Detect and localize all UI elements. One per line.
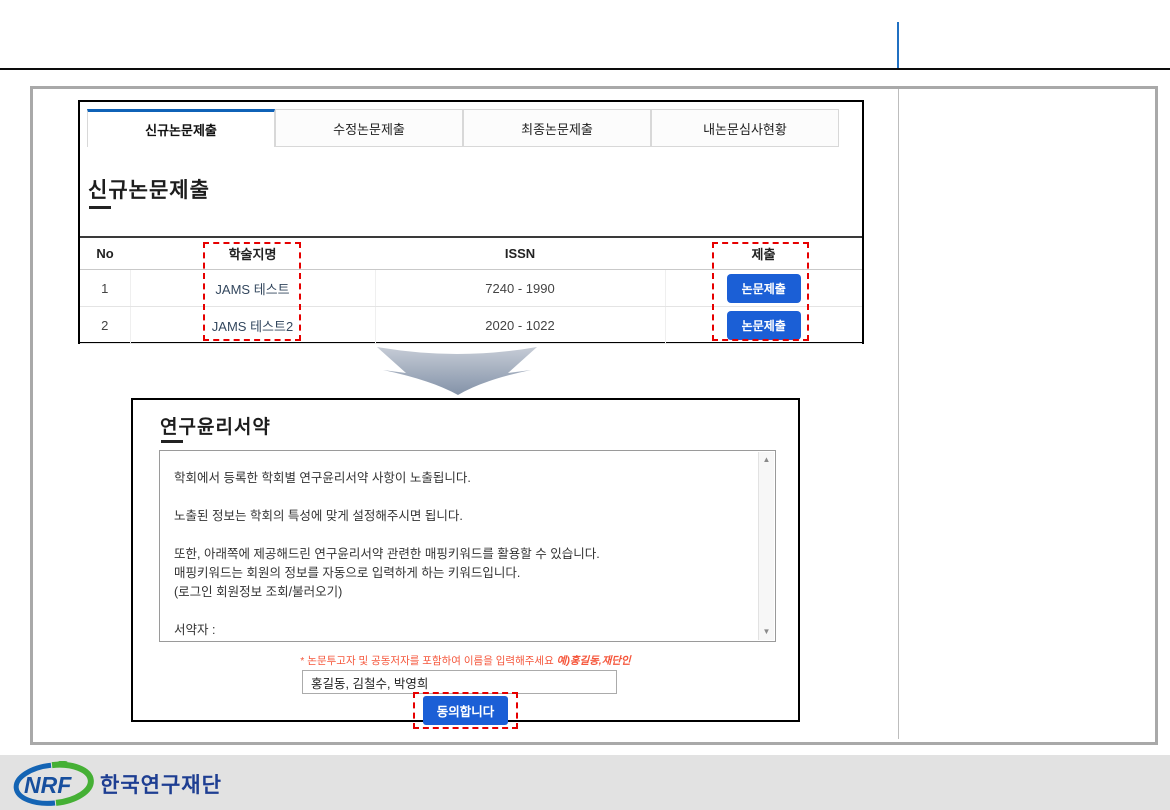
note-example: 예)홍길동,재단인 <box>557 655 631 667</box>
tab-revised-submission[interactable]: 수정논문제출 <box>275 109 463 147</box>
scroll-up-icon[interactable]: ▲ <box>759 453 774 467</box>
pledge-line: 서약자 : <box>174 621 751 640</box>
journal-link[interactable]: JAMS 테스트2 <box>212 319 293 334</box>
down-arrow <box>375 344 540 398</box>
pledge-line: 매핑키워드는 회원의 정보를 자동으로 입력하게 하는 키워드입니다. <box>174 564 751 583</box>
pledge-line <box>174 526 751 545</box>
ethics-pledge-panel: 연구윤리서약 학회에서 등록한 학회별 연구윤리서약 사항이 노출됩니다. 노출… <box>131 398 800 722</box>
top-horizontal-rule <box>0 68 1170 70</box>
tab-new-submission[interactable]: 신규논문제출 <box>87 109 275 147</box>
col-header-no: No <box>80 237 130 270</box>
section-title-new-submission: 신규논문제출 <box>88 174 210 204</box>
journal-link[interactable]: JAMS 테스트 <box>215 282 289 297</box>
footer: NRF 한국연구재단 <box>0 755 1170 810</box>
authors-input-note: * 논문투고자 및 공동저자를 포함하여 이름을 입력해주세요 예)홍길동,재단… <box>133 653 798 668</box>
tab-bar: 신규논문제출 수정논문제출 최종논문제출 내논문심사현황 <box>87 109 839 147</box>
cell-issn: 7240 - 1990 <box>375 270 665 307</box>
pledge-line: 학회에서 등록한 학회별 연구윤리서약 사항이 노출됩니다. <box>174 469 751 488</box>
tab-final-submission[interactable]: 최종논문제출 <box>463 109 651 147</box>
top-blue-divider <box>897 22 899 68</box>
table-row: 2 JAMS 테스트2 2020 - 1022 논문제출 <box>80 307 862 344</box>
cell-no: 1 <box>80 270 130 307</box>
title-underline <box>161 440 183 443</box>
agree-button[interactable]: 동의합니다 <box>423 696 509 725</box>
journal-table: No 학술지명 ISSN 제출 1 JAMS 테스트 7240 - 1990 논… <box>80 236 862 344</box>
pledge-line: 또한, 아래쪽에 제공해드린 연구윤리서약 관련한 매핑키워드를 활용할 수 있… <box>174 545 751 564</box>
organization-name: 한국연구재단 <box>100 769 222 799</box>
pledge-line <box>174 488 751 507</box>
pledge-text: 학회에서 등록한 학회별 연구윤리서약 사항이 노출됩니다. 노출된 정보는 학… <box>174 469 751 642</box>
col-header-issn: ISSN <box>375 237 665 270</box>
cell-issn: 2020 - 1022 <box>375 307 665 344</box>
note-text: * 논문투고자 및 공동저자를 포함하여 이름을 입력해주세요 <box>300 655 556 667</box>
authors-input[interactable] <box>302 670 617 694</box>
tab-my-review-status[interactable]: 내논문심사현황 <box>651 109 839 147</box>
section-title-ethics-pledge: 연구윤리서약 <box>160 412 271 439</box>
pledge-text-box[interactable]: 학회에서 등록한 학회별 연구윤리서약 사항이 노출됩니다. 노출된 정보는 학… <box>159 450 776 642</box>
table-header-row: No 학술지명 ISSN 제출 <box>80 237 862 270</box>
submit-paper-button[interactable]: 논문제출 <box>727 274 801 303</box>
cell-no: 2 <box>80 307 130 344</box>
pledge-line <box>174 602 751 621</box>
annotation-box-agree-button: 동의합니다 <box>413 692 519 729</box>
title-underline <box>89 206 111 209</box>
nrf-logo-icon: NRF <box>12 761 96 807</box>
pledge-line: (로그인 회원정보 조회/불러오기) <box>174 583 751 602</box>
table-row: 1 JAMS 테스트 7240 - 1990 논문제출 <box>80 270 862 307</box>
agree-button-row: 동의합니다 <box>133 692 798 729</box>
col-header-submit: 제출 <box>665 237 862 270</box>
col-header-journal: 학술지명 <box>130 237 375 270</box>
pledge-line: 서약일 : <box>174 640 751 642</box>
submit-paper-button[interactable]: 논문제출 <box>727 311 801 340</box>
page: 신규논문제출 수정논문제출 최종논문제출 내논문심사현황 신규논문제출 No 학… <box>0 0 1170 810</box>
pledge-line: 노출된 정보는 학회의 특성에 맞게 설정해주시면 됩니다. <box>174 507 751 526</box>
scroll-down-icon[interactable]: ▼ <box>759 625 774 639</box>
nrf-logo-text: NRF <box>24 772 72 798</box>
right-column-divider <box>898 89 899 739</box>
scrollbar[interactable]: ▲ ▼ <box>758 452 774 640</box>
submission-list-panel: 신규논문제출 수정논문제출 최종논문제출 내논문심사현황 신규논문제출 No 학… <box>78 100 864 344</box>
